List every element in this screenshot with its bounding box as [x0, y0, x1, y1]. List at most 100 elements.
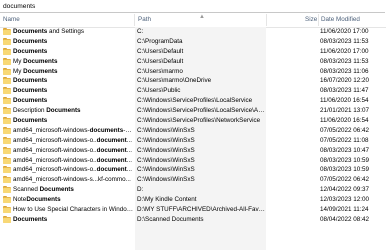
result-path: C:\Windows\WinSxS — [137, 166, 195, 174]
result-row[interactable]: My Documents C:\Users\Default 08/03/2023 1… — [0, 57, 386, 67]
result-date-modified: 08/03/2023 10:47 — [320, 146, 370, 154]
result-path: C:\Windows\WinSxS — [137, 126, 195, 134]
folder-icon — [3, 126, 11, 134]
result-name: My Documents — [13, 67, 134, 77]
result-name: Description Documents — [13, 106, 134, 116]
column-header-path[interactable]: Path — [136, 13, 266, 27]
result-date-modified: 12/03/2023 12:00 — [320, 196, 370, 204]
folder-icon — [3, 196, 11, 204]
result-path: C:\Windows\ServiceProfiles\NetworkServic… — [137, 117, 261, 125]
result-date-modified: 08/03/2023 11:06 — [320, 67, 369, 75]
result-date-modified: 21/01/2021 13:07 — [320, 107, 370, 115]
name-match: Documents — [13, 97, 48, 105]
result-path: D: — [137, 186, 144, 194]
name-match: Documents — [23, 67, 58, 75]
result-name: amd64_microsoft-windows-o..document... — [13, 136, 134, 146]
result-row[interactable]: amd64_microsoft-windows-documents-p... C:… — [0, 126, 386, 136]
folder-icon — [3, 97, 11, 105]
folder-icon — [3, 186, 11, 194]
name-suffix: ... — [126, 146, 132, 154]
folder-icon — [3, 146, 11, 154]
result-path: C:\Windows\ServiceProfiles\LocalService — [137, 97, 253, 105]
result-date-modified: 16/07/2020 12:20 — [320, 77, 370, 85]
result-row[interactable]: Documents C:\Windows\ServiceProfiles\Loca… — [0, 96, 386, 106]
column-header-size[interactable]: Size — [303, 13, 319, 27]
result-path: C:\Users\Default — [137, 47, 184, 55]
name-prefix: Description — [13, 107, 47, 115]
column-divider[interactable] — [134, 14, 135, 26]
name-match: Documents — [23, 57, 58, 65]
folder-icon — [3, 117, 11, 125]
result-row[interactable]: amd64_microsoft-windows-o..document... C:… — [0, 165, 386, 175]
folder-icon — [3, 156, 11, 164]
result-date-modified: 08/03/2023 10:59 — [320, 156, 370, 164]
result-row[interactable]: Description Documents C:\Windows\ServiceP… — [0, 106, 386, 116]
result-path: C:\Users\marmo — [137, 67, 183, 75]
result-row[interactable]: Documents C:\Users\marmo\OneDrive 16/07/20… — [0, 76, 386, 86]
result-path: C:\Windows\ServiceProfiles\LocalService\… — [137, 107, 265, 115]
name-match: Documents — [46, 107, 81, 115]
folder-icon — [3, 77, 11, 85]
name-prefix: amd64_microsoft-windows-s...kf-commo... — [13, 176, 131, 184]
result-path: D:\My Kindle Content — [137, 196, 197, 204]
name-prefix: Note — [13, 196, 27, 204]
folder-icon — [3, 37, 11, 45]
name-prefix: My — [13, 67, 24, 75]
name-match: document — [96, 156, 127, 164]
result-row[interactable]: amd64_microsoft-windows-o..document... C:… — [0, 156, 386, 166]
name-prefix: Scanned — [13, 186, 40, 194]
folder-icon — [3, 47, 11, 55]
result-row[interactable]: amd64_microsoft-windows-o..document... C:… — [0, 136, 386, 146]
result-date-modified: 11/06/2020 17:00 — [320, 47, 369, 55]
name-prefix: amd64_microsoft-windows- — [13, 126, 90, 134]
folder-icon — [3, 87, 11, 95]
folder-icon — [3, 136, 11, 144]
result-name: NoteDocuments — [13, 195, 134, 205]
column-header-date-modified[interactable]: Date Modified — [319, 13, 385, 27]
result-row[interactable]: Documents C:\ProgramData 08/03/2023 11:53 — [0, 37, 386, 47]
name-match: Documents — [39, 186, 74, 194]
name-suffix: ... — [126, 136, 132, 144]
column-header-name[interactable]: Name — [1, 13, 134, 27]
name-match: documents — [89, 126, 124, 134]
name-suffix: -p... — [123, 126, 134, 134]
result-row[interactable]: How to Use Special Characters in Window.… — [0, 205, 386, 215]
result-row[interactable]: Documents C:\Users\Default 11/06/2020 17:0… — [0, 47, 386, 57]
result-path: C: — [137, 28, 144, 35]
result-row[interactable]: amd64_microsoft-windows-s...kf-commo... C… — [0, 175, 386, 185]
name-match: Documents — [13, 77, 48, 85]
result-date-modified: 11/06/2020 17:00 — [320, 28, 369, 35]
result-name: Documents — [13, 116, 134, 126]
result-path: D:\Scanned Documents — [137, 215, 204, 223]
name-suffix: ... — [126, 156, 132, 164]
name-match: Documents — [13, 215, 48, 223]
result-row[interactable]: Documents C:\Users\Public 08/03/2023 11:47 — [0, 86, 386, 96]
result-name: My Documents — [13, 57, 134, 67]
result-name: Documents — [13, 215, 134, 225]
result-row[interactable]: NoteDocuments D:\My Kindle Content 12/03/2… — [0, 195, 386, 205]
result-date-modified: 11/06/2020 16:54 — [320, 117, 369, 125]
search-input[interactable] — [3, 1, 381, 11]
name-match: document — [96, 136, 127, 144]
result-row[interactable]: Documents C:\Windows\ServiceProfiles\Netw… — [0, 116, 386, 126]
folder-icon — [3, 215, 11, 223]
result-row[interactable]: amd64_microsoft-windows-o..document... C:… — [0, 146, 386, 156]
result-row[interactable]: My Documents C:\Users\marmo 08/03/2023 11:… — [0, 67, 386, 77]
result-date-modified: 08/03/2023 10:59 — [320, 166, 370, 174]
result-row[interactable]: Scanned Documents D: 12/04/2022 09:37 — [0, 185, 386, 195]
result-row[interactable]: Documents and Settings C: 11/06/2020 17:00 — [0, 27, 386, 37]
folder-icon — [3, 107, 11, 115]
name-suffix: and Settings — [47, 28, 85, 35]
column-divider[interactable] — [266, 14, 267, 26]
result-name: amd64_microsoft-windows-documents-p... — [13, 126, 134, 136]
result-row[interactable]: Documents D:\Scanned Documents 08/04/2022 … — [0, 215, 386, 225]
name-prefix: My — [13, 57, 24, 65]
result-name: Documents — [13, 47, 134, 57]
result-path: C:\Windows\WinSxS — [137, 136, 195, 144]
result-name: Documents and Settings — [13, 27, 134, 37]
result-date-modified: 07/05/2022 11:08 — [320, 136, 369, 144]
result-date-modified: 08/03/2023 11:53 — [320, 57, 369, 65]
result-path: C:\Windows\WinSxS — [137, 146, 195, 154]
result-name: amd64_microsoft-windows-o..document... — [13, 165, 134, 175]
search-bar — [0, 0, 385, 13]
